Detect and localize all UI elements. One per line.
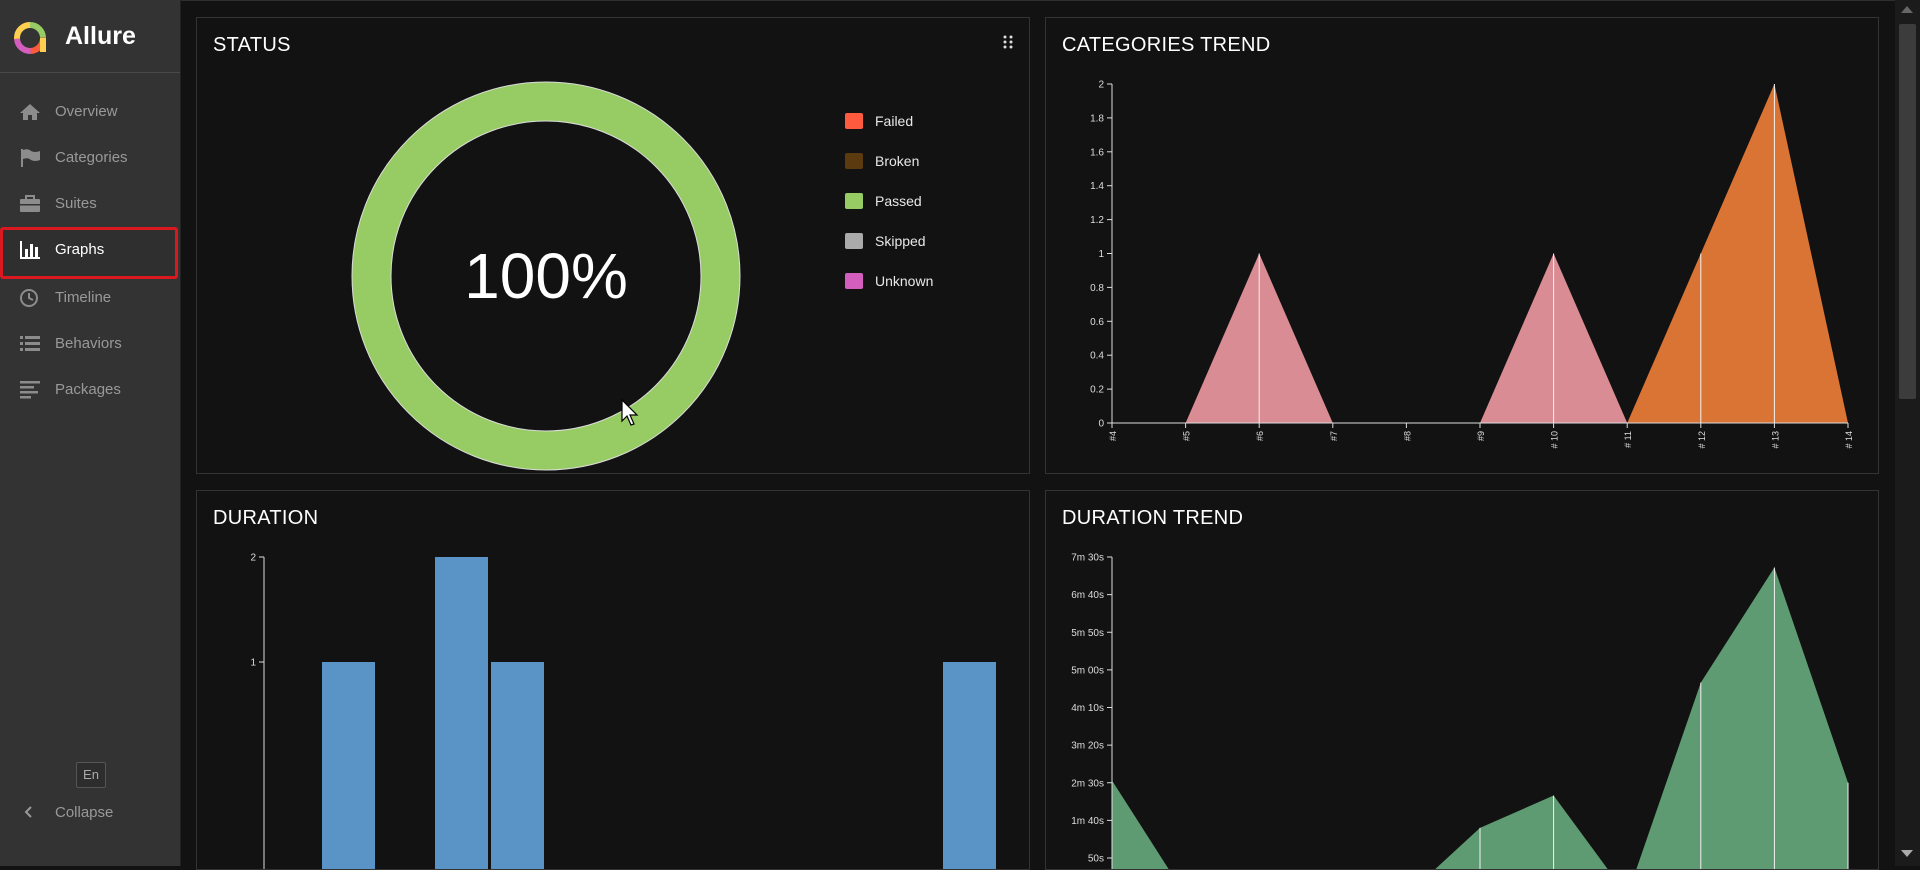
- sidebar-item-label: Categories: [55, 149, 128, 166]
- y-tick-label: 0.8: [1090, 283, 1104, 294]
- legend-swatch-skipped: [845, 233, 863, 249]
- allure-logo-icon: [14, 22, 46, 54]
- legend-label: Failed: [875, 113, 914, 129]
- sidebar-item-label: Graphs: [55, 241, 105, 258]
- legend-label: Broken: [875, 153, 920, 169]
- y-tick-label: 2: [1098, 80, 1104, 91]
- widget-title: STATUS: [213, 34, 291, 56]
- categories-trend-chart: 0 0.2 0.4 0.6 0.8 1 1.2 1.4 1.6 1.8 2 #4 #5 #6 #7 #8 #9 #…: [1090, 80, 1854, 449]
- y-tick-label: 0.4: [1090, 351, 1104, 362]
- sidebar-item-packages[interactable]: Packages: [0, 367, 178, 413]
- y-tick-label: 50s: [1088, 854, 1104, 865]
- x-tick-label: # 10: [1550, 431, 1560, 449]
- app-name: Allure: [65, 22, 136, 50]
- y-tick-label: 2: [250, 553, 256, 564]
- align-left-icon: [20, 381, 40, 399]
- duration-trend-widget: DURATION TREND 50s 1m 40s 2m 30s 3m 20s 4m 1…: [1045, 490, 1879, 870]
- sidebar: Allure Overview Categories Suites Graphs…: [0, 0, 181, 866]
- legend-label: Unknown: [875, 273, 934, 289]
- y-tick-label: 5m 50s: [1071, 628, 1104, 639]
- drag-handle-icon[interactable]: [1003, 34, 1013, 50]
- language-button[interactable]: En: [76, 762, 106, 788]
- page-scrollbar[interactable]: [1895, 0, 1920, 866]
- bar-chart-icon: [20, 241, 40, 259]
- sidebar-item-label: Timeline: [55, 289, 112, 306]
- duration-bar: [435, 557, 488, 869]
- y-tick-label: 7m 30s: [1071, 553, 1104, 564]
- sidebar-item-overview[interactable]: Overview: [0, 89, 178, 135]
- categories-trend-widget: CATEGORIES TREND 0 0.2 0.4 0.6 0.8 1 1.2 1.4 1.6…: [1045, 17, 1879, 474]
- duration-trend-chart: 50s 1m 40s 2m 30s 3m 20s 4m 10s 5m 00s 5m 50s 6…: [1071, 553, 1849, 869]
- duration-bar: [943, 662, 996, 869]
- y-tick-label: 4m 10s: [1071, 703, 1104, 714]
- top-border: [181, 0, 1895, 1]
- x-tick-label: # 14: [1844, 431, 1854, 449]
- y-tick-label: 0: [1098, 419, 1104, 430]
- legend-swatch-unknown: [845, 273, 863, 289]
- status-widget: STATUS 100% Failed Broken Passed Skipped…: [196, 17, 1030, 474]
- x-tick-label: # 13: [1770, 431, 1780, 449]
- duration-bar: [322, 662, 375, 869]
- y-tick-label: 1.8: [1090, 113, 1104, 124]
- home-icon: [20, 104, 40, 120]
- legend-swatch-broken: [845, 153, 863, 169]
- x-tick-label: #6: [1255, 431, 1265, 441]
- brand[interactable]: Allure: [0, 0, 180, 73]
- sidebar-item-label: Suites: [55, 195, 97, 212]
- scroll-up-arrow-icon[interactable]: [1901, 6, 1913, 13]
- donut-center-label: 100%: [464, 240, 628, 312]
- scroll-thumb[interactable]: [1899, 24, 1916, 399]
- sidebar-item-timeline[interactable]: Timeline: [0, 275, 178, 321]
- y-tick-label: 1.2: [1090, 215, 1104, 226]
- y-tick-label: 1.4: [1090, 181, 1104, 192]
- x-tick-label: #8: [1402, 431, 1412, 441]
- x-tick-label: #5: [1182, 431, 1192, 441]
- y-tick-label: 1: [1098, 249, 1104, 260]
- y-tick-label: 1.6: [1090, 147, 1104, 158]
- legend-label: Passed: [875, 193, 922, 209]
- x-tick-label: # 12: [1697, 431, 1707, 449]
- legend-swatch-passed: [845, 193, 863, 209]
- clock-icon: [20, 289, 38, 307]
- briefcase-icon: [20, 195, 40, 212]
- sidebar-item-graphs[interactable]: Graphs: [0, 227, 178, 279]
- y-tick-label: 5m 00s: [1071, 665, 1104, 676]
- legend-swatch-failed: [845, 113, 863, 129]
- x-tick-label: # 11: [1623, 431, 1633, 448]
- sidebar-item-suites[interactable]: Suites: [0, 181, 178, 227]
- y-tick-label: 2m 30s: [1071, 778, 1104, 789]
- legend-label: Skipped: [875, 233, 926, 249]
- duration-bar: [491, 662, 544, 869]
- x-tick-label: #4: [1108, 431, 1118, 441]
- y-tick-label: 6m 40s: [1071, 590, 1104, 601]
- sidebar-item-behaviors[interactable]: Behaviors: [0, 321, 178, 367]
- duration-trend-area: [1112, 567, 1848, 869]
- x-tick-label: #7: [1329, 431, 1339, 441]
- sidebar-item-categories[interactable]: Categories: [0, 135, 178, 181]
- y-tick-label: 1: [250, 658, 256, 669]
- duration-widget: DURATION 12: [196, 490, 1030, 870]
- chevron-left-icon: [24, 806, 32, 818]
- flag-icon: [21, 149, 40, 167]
- y-tick-label: 0.6: [1090, 317, 1104, 328]
- y-tick-label: 1m 40s: [1071, 816, 1104, 827]
- x-tick-label: #9: [1476, 431, 1486, 441]
- y-tick-label: 3m 20s: [1071, 741, 1104, 752]
- duration-chart: 12: [250, 553, 996, 869]
- collapse-label: Collapse: [55, 804, 114, 821]
- list-icon: [20, 336, 40, 351]
- sidebar-item-label: Overview: [55, 103, 118, 120]
- status-donut-chart: 100%: [351, 81, 741, 471]
- sidebar-item-label: Behaviors: [55, 335, 122, 352]
- mouse-cursor-icon: [621, 399, 639, 426]
- y-tick-label: 0.2: [1090, 385, 1104, 396]
- scroll-down-arrow-icon[interactable]: [1901, 850, 1913, 857]
- sidebar-item-label: Packages: [55, 381, 121, 398]
